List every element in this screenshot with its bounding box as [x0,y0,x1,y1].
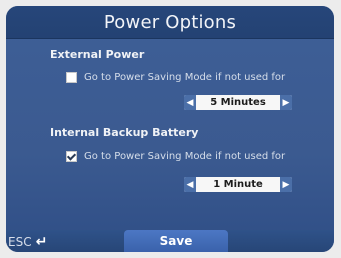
external-power-duration-value: 5 Minutes [196,95,280,110]
internal-battery-duration-value: 1 Minute [196,177,280,192]
internal-battery-section-label: Internal Backup Battery [50,126,199,139]
page-title: Power Options [103,12,237,33]
chevron-left-icon[interactable]: ◀ [184,95,196,110]
title-bar: Power Options [6,6,334,39]
bottom-bar: ESC ↵ Save [6,230,334,252]
chevron-left-icon[interactable]: ◀ [184,177,196,192]
internal-battery-option[interactable]: Go to Power Saving Mode if not used for [66,151,285,162]
internal-battery-duration-stepper[interactable]: ◀ 1 Minute ▶ [184,177,292,192]
esc-button[interactable]: ESC ↵ [8,234,47,250]
external-power-option[interactable]: Go to Power Saving Mode if not used for [66,72,285,83]
save-button[interactable]: Save [124,230,228,252]
external-power-checkbox-label: Go to Power Saving Mode if not used for [84,72,286,83]
esc-label: ESC [8,235,32,249]
internal-battery-checkbox-label: Go to Power Saving Mode if not used for [84,151,286,162]
external-power-checkbox[interactable] [66,72,77,83]
external-power-section-label: External Power [50,48,145,61]
chevron-right-icon[interactable]: ▶ [280,95,292,110]
power-options-screen: Power Options External Power Go to Power… [6,6,334,252]
external-power-duration-stepper[interactable]: ◀ 5 Minutes ▶ [184,95,292,110]
chevron-right-icon[interactable]: ▶ [280,177,292,192]
internal-battery-checkbox[interactable] [66,151,77,162]
return-arrow-icon: ↵ [35,234,48,250]
device-frame: Power Options External Power Go to Power… [0,0,341,258]
